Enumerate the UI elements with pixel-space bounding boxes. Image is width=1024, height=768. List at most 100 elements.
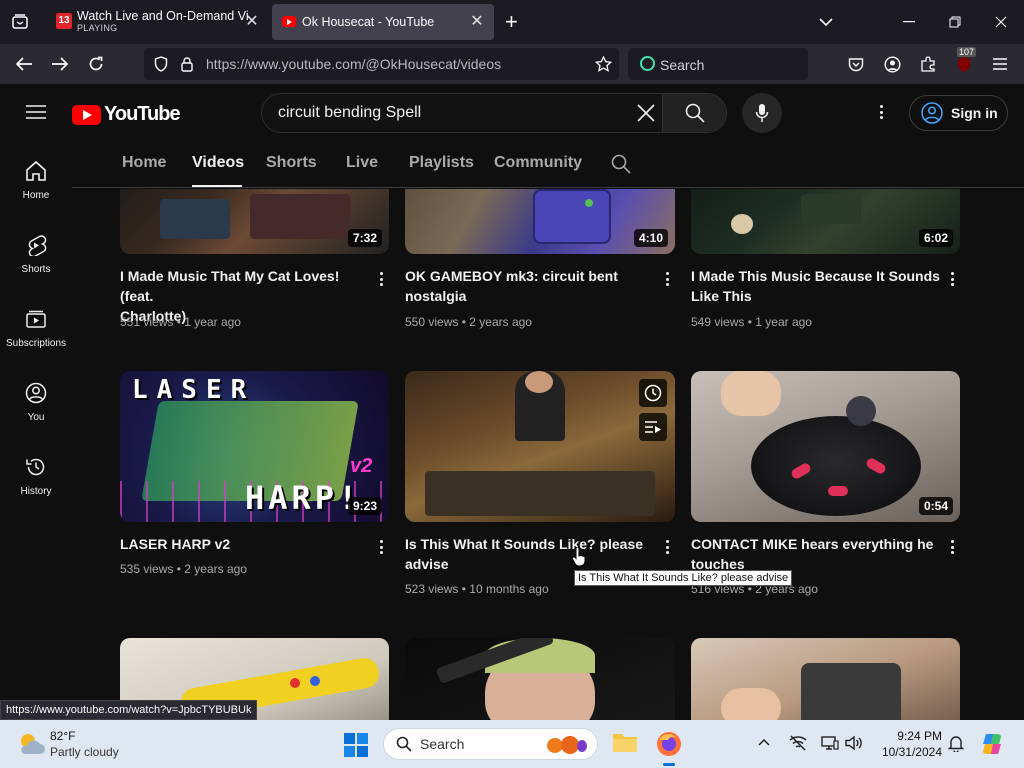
taskbar-search[interactable]: Search [383,728,598,760]
pocket-icon[interactable] [844,52,868,76]
weather-widget[interactable]: 82°F Partly cloudy [14,727,154,761]
menu-icon[interactable] [988,52,1012,76]
video-thumbnail[interactable]: 7:32 [120,189,389,254]
video-title[interactable]: CONTACT MIKE hears everything he touches [691,534,941,574]
video-more-icon[interactable] [947,537,957,557]
rail-label: Shorts [21,264,51,275]
view-count: 550 views [405,315,459,329]
browser-nav-bar: https://www.youtube.com/@OkHousecat/vide… [0,44,1024,84]
video-thumbnail[interactable]: LASER HARP! v2 9:23 [120,371,389,522]
url-text[interactable]: https://www.youtube.com/@OkHousecat/vide… [206,56,501,72]
account-icon[interactable] [880,52,904,76]
youtube-search-bar[interactable]: circuit bending Spell [261,93,727,133]
weather-condition: Partly cloudy [50,745,119,759]
tab-ok-housecat[interactable]: Ok Housecat - YouTube ✕ [272,4,494,40]
video-title-line: LASER HARP v2 [120,536,231,552]
video-title[interactable]: OK GAMEBOY mk3: circuit bent nostalgia [405,266,655,306]
add-to-queue-icon[interactable] [639,413,667,441]
you-icon [25,382,47,404]
start-button[interactable] [344,733,368,757]
network-icon[interactable] [789,735,807,751]
hamburger-menu-icon[interactable] [24,100,48,124]
rail-item-shorts[interactable]: Shorts [0,234,72,308]
chevron-up-icon[interactable] [758,738,770,746]
video-meta: 535 views • 2 years ago [120,562,247,576]
ublock-icon[interactable]: 107 [952,47,977,76]
copilot-icon[interactable] [980,732,1004,756]
video-title-line: I Made This Music Because It Sounds [691,268,940,284]
channel-search-icon[interactable] [609,152,633,176]
video-more-icon[interactable] [947,269,957,289]
video-more-icon[interactable] [376,537,386,557]
video-title-line: OK GAMEBOY mk3: circuit bent [405,268,618,284]
video-title-tooltip: Is This What It Sounds Like? please advi… [574,570,793,586]
video-thumbnail[interactable] [405,371,675,522]
video-thumbnail[interactable]: 4:10 [405,189,675,254]
close-icon[interactable]: ✕ [468,13,486,31]
video-thumbnail[interactable] [691,638,960,720]
tab-live[interactable]: Live [346,154,378,172]
tab-home[interactable]: Home [122,154,166,172]
tab-list-icon[interactable] [8,10,32,34]
reload-icon[interactable] [84,52,108,76]
video-thumbnail[interactable]: 0:54 [691,371,960,522]
cbs-favicon: 13 [56,13,72,29]
forward-icon[interactable] [48,52,72,76]
video-title[interactable]: Is This What It Sounds Like? please advi… [405,534,655,574]
tab-videos[interactable]: Videos [192,154,244,172]
video-title[interactable]: I Made This Music Because It Sounds Like… [691,266,941,306]
tab-community[interactable]: Community [494,154,582,172]
watch-later-icon[interactable] [639,379,667,407]
shield-icon[interactable] [149,52,173,76]
restore-button[interactable] [943,10,967,34]
halloween-pumpkin-icon [543,735,587,755]
view-count: 551 views [120,315,174,329]
history-icon [26,458,45,476]
lock-icon[interactable] [175,52,199,76]
search-input[interactable]: circuit bending Spell [278,104,421,122]
close-icon[interactable]: ✕ [243,13,261,31]
tab-cbs-watch-live[interactable]: 13 Watch Live and On-Demand Vi PLAYING ✕ [44,0,270,44]
video-meta: 523 views • 10 months ago [405,582,549,596]
video-thumbnail[interactable] [405,638,675,720]
youtube-logo[interactable]: YouTube [72,103,181,126]
search-engine-icon [640,56,655,71]
file-explorer-icon[interactable] [612,731,638,755]
clock[interactable]: 9:24 PM 10/31/2024 [872,729,942,759]
rail-item-you[interactable]: You [0,382,72,456]
video-more-icon[interactable] [376,269,386,289]
sign-in-button[interactable]: Sign in [909,95,1008,131]
video-meta: 551 views • 1 year ago [120,315,241,329]
new-tab-button[interactable]: + [505,9,518,35]
volume-icon[interactable] [845,735,863,751]
rail-item-history[interactable]: History [0,456,72,530]
settings-more-icon[interactable] [876,102,886,122]
search-button[interactable] [662,94,726,132]
status-bar-url: https://www.youtube.com/watch?v=JpbcTYBU… [0,700,258,720]
bookmark-star-icon[interactable] [591,52,615,76]
address-bar[interactable]: https://www.youtube.com/@OkHousecat/vide… [144,48,619,80]
clear-search-icon[interactable] [634,101,658,125]
mouse-cursor-icon [571,547,587,567]
video-title[interactable]: LASER HARP v2 [120,534,370,554]
video-thumbnail[interactable]: 6:02 [691,189,960,254]
video-duration: 7:32 [347,229,382,247]
tab-shorts[interactable]: Shorts [266,154,317,172]
display-icon[interactable] [821,735,839,751]
rail-item-subscriptions[interactable]: Subscriptions [0,308,72,382]
notification-bell-icon[interactable] [948,735,964,752]
minimize-button[interactable] [897,10,921,34]
back-icon[interactable] [12,52,36,76]
firefox-icon[interactable] [655,730,683,766]
chevron-down-icon[interactable] [814,10,838,34]
video-more-icon[interactable] [662,269,672,289]
browser-search-box[interactable]: Search [628,48,808,80]
voice-search-button[interactable] [742,93,782,133]
thumbnail-badge: v2 [350,455,373,477]
taskbar-search-label: Search [420,736,465,752]
extensions-icon[interactable] [916,52,940,76]
tab-playlists[interactable]: Playlists [409,154,474,172]
video-more-icon[interactable] [662,537,672,557]
close-window-button[interactable] [989,10,1013,34]
rail-item-home[interactable]: Home [0,160,72,234]
